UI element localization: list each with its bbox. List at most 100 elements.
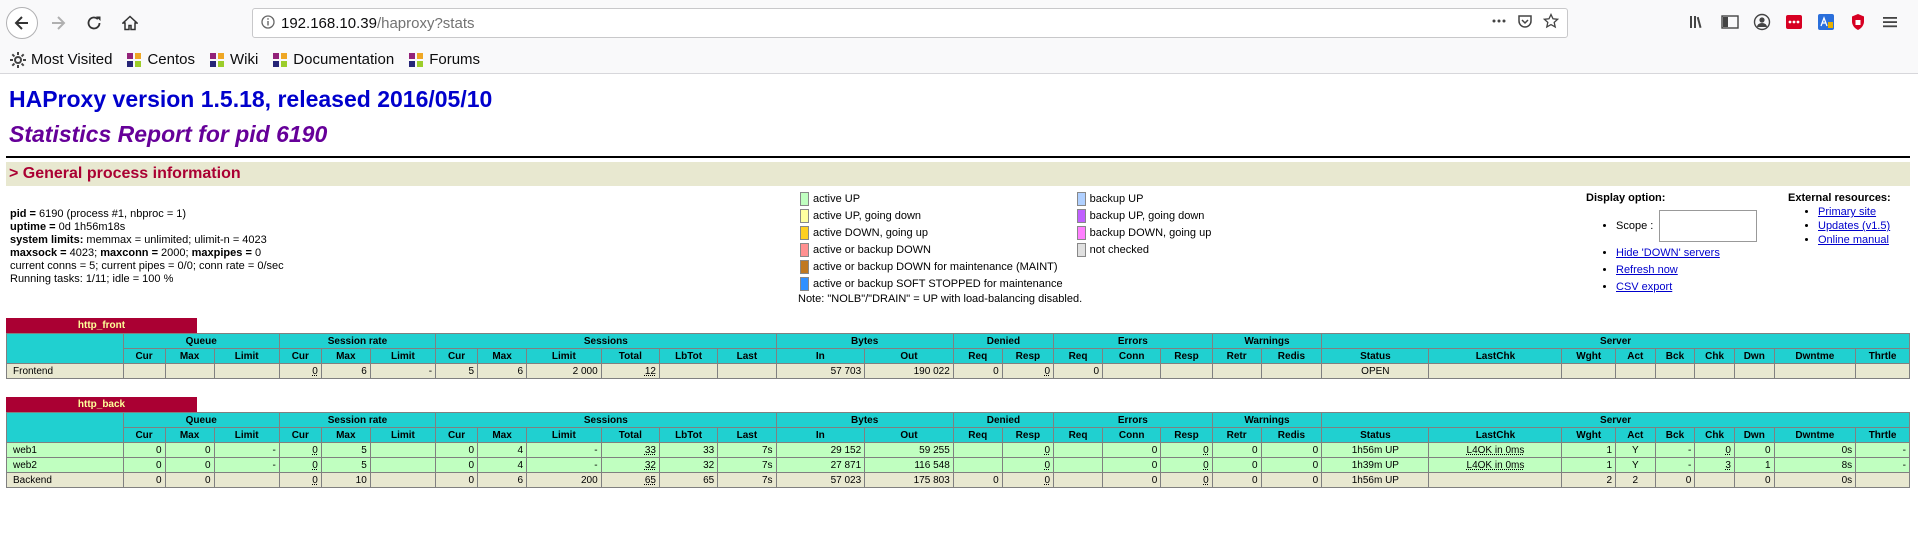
bookmark-documentation[interactable]: Documentation bbox=[272, 51, 394, 68]
updates-link[interactable]: Updates (v1.5) bbox=[1818, 220, 1890, 232]
header-group: Session rate bbox=[278, 333, 437, 349]
scope-label: Scope : bbox=[1616, 219, 1654, 232]
forward-button[interactable] bbox=[42, 7, 74, 39]
legend-label: active DOWN, going up bbox=[813, 226, 928, 239]
bookmark-most-visited[interactable]: Most Visited bbox=[10, 51, 112, 68]
sidebar-icon[interactable] bbox=[1718, 8, 1742, 36]
table-cell bbox=[369, 457, 437, 473]
library-icon[interactable] bbox=[1686, 8, 1710, 36]
table-cell: Y bbox=[1615, 457, 1656, 473]
pocket-icon[interactable] bbox=[1517, 13, 1533, 34]
table-cell: 0 bbox=[1211, 472, 1262, 488]
refresh-now-link[interactable]: Refresh now bbox=[1616, 264, 1678, 276]
legend-label: active UP bbox=[813, 192, 861, 205]
header-col: Last bbox=[717, 427, 777, 443]
row-name[interactable]: web1 bbox=[6, 442, 124, 458]
header-col: Thrtle bbox=[1855, 427, 1910, 443]
header-col: Out bbox=[864, 348, 954, 364]
header-col: Dwn bbox=[1733, 348, 1775, 364]
table-cell: 0 bbox=[1101, 457, 1162, 473]
row-name[interactable]: web2 bbox=[6, 457, 124, 473]
menu-icon[interactable] bbox=[1878, 8, 1902, 36]
scope-input[interactable] bbox=[1659, 210, 1758, 242]
url-text[interactable]: 192.168.10.39/haproxy?stats bbox=[281, 15, 1491, 32]
legend-note: Note: "NOLB"/"DRAIN" = UP with load-bala… bbox=[798, 293, 1083, 305]
header-col: Max bbox=[320, 427, 371, 443]
table-row: web2 0 0-0 5 0 4-32 32 7s 27 871 116 548 0 0 0 0 0 1h39… bbox=[6, 457, 1910, 473]
page-actions-icon[interactable] bbox=[1491, 13, 1507, 34]
back-button[interactable] bbox=[6, 7, 38, 39]
info-icon[interactable] bbox=[261, 14, 281, 32]
centos-icon bbox=[409, 52, 424, 67]
header-col: Bck bbox=[1654, 348, 1696, 364]
table-cell bbox=[1428, 472, 1563, 488]
table-cell: 0 bbox=[1160, 472, 1213, 488]
extension-lastpass-icon[interactable] bbox=[1782, 8, 1806, 36]
maxpipes-value: 0 bbox=[254, 247, 262, 259]
table-cell: - bbox=[526, 442, 602, 458]
row-name[interactable]: Frontend bbox=[6, 363, 124, 379]
general-info: pid = 6190 (process #1, nbproc = 1) upti… bbox=[6, 186, 1912, 316]
header-col: Cur bbox=[278, 348, 322, 364]
table-cell bbox=[1773, 363, 1857, 379]
extension-translate-icon[interactable] bbox=[1814, 8, 1838, 36]
header-col: Max bbox=[164, 427, 215, 443]
legend-label: active UP, going down bbox=[813, 209, 922, 222]
divider bbox=[6, 156, 1910, 158]
table-cell: - bbox=[1654, 442, 1696, 458]
table-cell: 12 bbox=[600, 363, 660, 379]
table-cell: 190 022 bbox=[864, 363, 954, 379]
bookmark-centos[interactable]: Centos bbox=[126, 51, 195, 68]
account-icon[interactable] bbox=[1750, 8, 1774, 36]
maxsock-label: maxsock = bbox=[10, 247, 70, 259]
uptime-value: 0d 1h56m18s bbox=[58, 221, 126, 233]
table-cell: 0 bbox=[952, 472, 1003, 488]
bookmark-forums[interactable]: Forums bbox=[408, 51, 480, 68]
row-name[interactable]: Backend bbox=[6, 472, 124, 488]
header-group: Errors bbox=[1053, 333, 1213, 349]
header-col: Conn bbox=[1101, 427, 1162, 443]
table-cell bbox=[1561, 363, 1617, 379]
home-button[interactable] bbox=[114, 7, 146, 39]
bookmark-label: Most Visited bbox=[31, 51, 113, 68]
table-cell: 65 bbox=[658, 472, 719, 488]
header-group: Queue bbox=[122, 412, 280, 428]
header-col: Redis bbox=[1260, 427, 1323, 443]
bookmark-wiki[interactable]: Wiki bbox=[209, 51, 258, 68]
table-cell: 0 bbox=[1001, 472, 1055, 488]
table-cell bbox=[213, 363, 280, 379]
header-col: Max bbox=[320, 348, 371, 364]
header-group: Queue bbox=[122, 333, 280, 349]
bookmark-star-icon[interactable] bbox=[1542, 12, 1560, 34]
header-col: Cur bbox=[122, 427, 166, 443]
url-bar[interactable]: 192.168.10.39/haproxy?stats bbox=[252, 8, 1568, 38]
proxy-name[interactable]: http_back bbox=[6, 397, 197, 412]
header-col: Out bbox=[864, 427, 954, 443]
reload-button[interactable] bbox=[78, 7, 110, 39]
primary-site-link[interactable]: Primary site bbox=[1818, 206, 1876, 218]
proxy-name[interactable]: http_front bbox=[6, 318, 197, 333]
header-col: Bck bbox=[1654, 427, 1696, 443]
csv-export-link[interactable]: CSV export bbox=[1616, 281, 1672, 293]
table-cell: 33 bbox=[600, 442, 660, 458]
table-cell: 4 bbox=[477, 457, 528, 473]
table-cell: 0 bbox=[122, 472, 166, 488]
table-cell bbox=[369, 442, 437, 458]
header-col: Dwn bbox=[1733, 427, 1775, 443]
browser-navbar: 192.168.10.39/haproxy?stats bbox=[0, 0, 1918, 46]
table-cell: 0 bbox=[278, 472, 322, 488]
header-col: Thrtle bbox=[1855, 348, 1910, 364]
header-col: Dwntme bbox=[1773, 348, 1857, 364]
legend-label: backup UP bbox=[1089, 192, 1144, 205]
table-cell: 0 bbox=[435, 457, 479, 473]
hide-down-servers-link[interactable]: Hide 'DOWN' servers bbox=[1616, 247, 1720, 259]
page-subtitle: Statistics Report for pid 6190 bbox=[9, 121, 328, 147]
table-cell: 0s bbox=[1773, 442, 1857, 458]
extension-shield-icon[interactable] bbox=[1846, 8, 1870, 36]
header-col: Max bbox=[164, 348, 215, 364]
table-cell: 0 bbox=[1001, 442, 1055, 458]
online-manual-link[interactable]: Online manual bbox=[1818, 234, 1889, 246]
table-cell: 1 bbox=[1733, 457, 1775, 473]
process-info: pid = 6190 (process #1, nbproc = 1) upti… bbox=[10, 208, 284, 286]
header-col: Chk bbox=[1694, 348, 1735, 364]
